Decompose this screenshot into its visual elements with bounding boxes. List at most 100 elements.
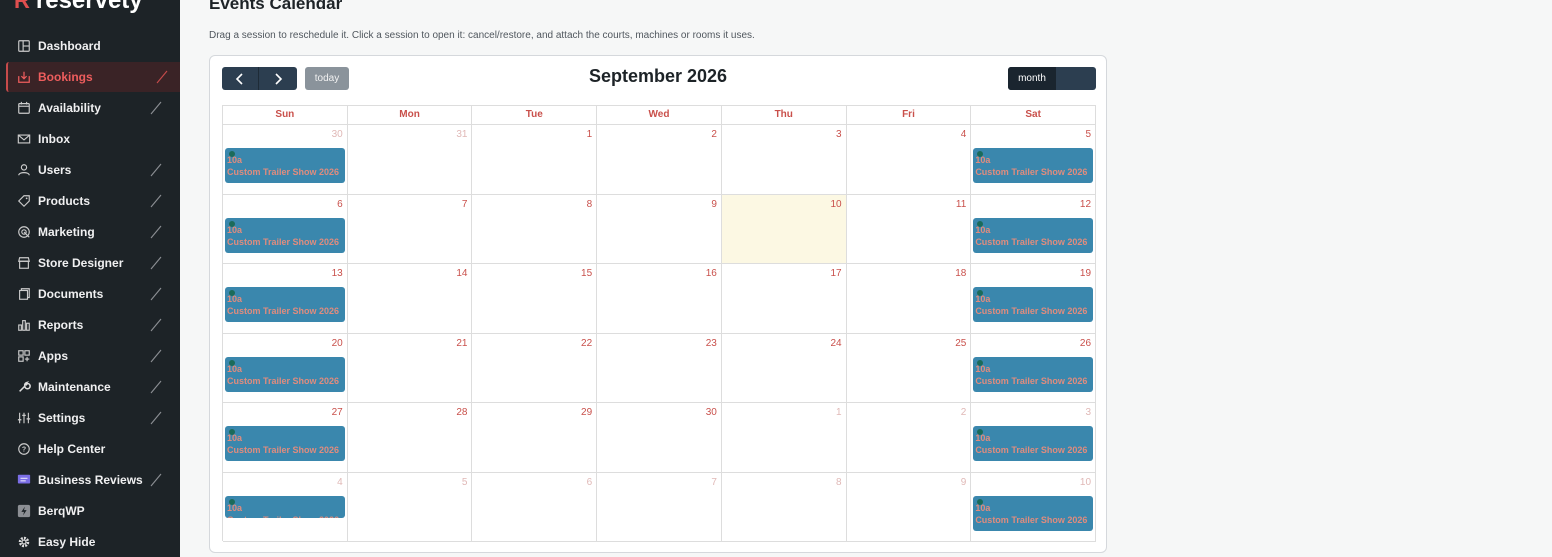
day-number[interactable]: 26 (1080, 338, 1091, 349)
day-number[interactable]: 10 (830, 199, 841, 210)
calendar-day-cell[interactable]: 31 (347, 125, 473, 195)
day-number[interactable]: 31 (456, 129, 467, 140)
calendar-day-cell[interactable]: 11 (846, 194, 972, 264)
day-number[interactable]: 1 (836, 407, 842, 418)
calendar-day-cell[interactable]: 8 (472, 194, 598, 264)
day-number[interactable]: 11 (956, 199, 966, 210)
day-number[interactable]: 24 (830, 338, 841, 349)
calendar-day-cell[interactable]: 28 (347, 403, 473, 473)
day-number[interactable]: 4 (337, 477, 343, 488)
day-number[interactable]: 20 (332, 338, 343, 349)
day-number[interactable]: 12 (1080, 199, 1091, 210)
day-number[interactable]: 3 (1085, 407, 1091, 418)
calendar-day-cell[interactable]: 4 (846, 125, 972, 195)
day-number[interactable]: 22 (581, 338, 592, 349)
calendar-day-cell[interactable]: 2 (846, 403, 972, 473)
calendar-day-cell[interactable]: 6 10a Custom Trailer Show 2026 (223, 194, 348, 264)
calendar-day-cell[interactable]: 27 10a Custom Trailer Show 2026 (223, 403, 348, 473)
calendar-event[interactable]: 10aCustom Trailer Show 2026 (973, 148, 1094, 183)
sidebar-item-business-reviews[interactable]: Business Reviews (0, 465, 180, 495)
day-number[interactable]: 9 (711, 199, 717, 210)
today-button[interactable]: today (305, 67, 349, 90)
calendar-day-cell[interactable]: 1 (721, 403, 847, 473)
calendar-day-cell[interactable]: 20 10a Custom Trailer Show 2026 (223, 333, 348, 403)
sidebar-item-availability[interactable]: Availability (0, 93, 180, 123)
calendar-day-cell[interactable]: 13 10a Custom Trailer Show 2026 (223, 264, 348, 334)
calendar-day-cell[interactable]: 18 (846, 264, 972, 334)
day-number[interactable]: 23 (706, 338, 717, 349)
calendar-event[interactable]: 10aCustom Trailer Show 2026 (225, 495, 345, 518)
day-number[interactable]: 29 (581, 407, 592, 418)
calendar-day-cell[interactable]: 3 (721, 125, 847, 195)
next-month-button[interactable] (259, 67, 296, 90)
calendar-event[interactable]: 10aCustom Trailer Show 2026 (225, 217, 345, 253)
calendar-event[interactable]: 10aCustom Trailer Show 2026 (973, 426, 1094, 461)
calendar-day-cell[interactable]: 15 (472, 264, 598, 334)
sidebar-item-help-center[interactable]: ? Help Center (0, 434, 180, 464)
calendar-day-cell[interactable]: 22 (472, 333, 598, 403)
calendar-day-cell[interactable]: 24 (721, 333, 847, 403)
week-view-button[interactable]: week (1056, 67, 1096, 90)
calendar-day-cell[interactable]: 26 10a Custom Trailer Show 2026 (971, 333, 1097, 403)
calendar-day-cell[interactable]: 5 (347, 472, 473, 542)
day-number[interactable]: 19 (1080, 268, 1091, 279)
sidebar-item-inbox[interactable]: Inbox (0, 124, 180, 154)
calendar-day-cell[interactable]: 6 (472, 472, 598, 542)
calendar-day-cell[interactable]: 12 10a Custom Trailer Show 2026 (971, 194, 1097, 264)
calendar-day-cell[interactable]: 7 (347, 194, 473, 264)
day-number[interactable]: 14 (456, 268, 467, 279)
calendar-day-cell[interactable]: 25 (846, 333, 972, 403)
sidebar-item-maintenance[interactable]: Maintenance (0, 372, 180, 402)
calendar-day-cell[interactable]: 10 10a Custom Trailer Show 2026 (971, 472, 1097, 542)
day-number[interactable]: 21 (456, 338, 467, 349)
day-number[interactable]: 7 (462, 199, 468, 210)
day-number[interactable]: 17 (830, 268, 841, 279)
sidebar-item-products[interactable]: Products (0, 186, 180, 216)
calendar-event[interactable]: 10aCustom Trailer Show 2026 (973, 217, 1094, 253)
calendar-day-cell[interactable]: 9 (597, 194, 722, 264)
calendar-event[interactable]: 10aCustom Trailer Show 2026 (225, 426, 345, 461)
calendar-event[interactable]: 10aCustom Trailer Show 2026 (973, 495, 1094, 531)
calendar-day-cell[interactable]: 29 (472, 403, 598, 473)
day-number[interactable]: 27 (332, 407, 343, 418)
day-number[interactable]: 15 (581, 268, 592, 279)
brand-logo[interactable]: R reservety (14, 0, 143, 16)
calendar-day-cell[interactable]: 19 10a Custom Trailer Show 2026 (971, 264, 1097, 334)
day-number[interactable]: 18 (955, 268, 966, 279)
sidebar-item-dashboard[interactable]: Dashboard (0, 31, 180, 61)
calendar-event[interactable]: 10aCustom Trailer Show 2026 (225, 287, 345, 322)
day-number[interactable]: 4 (961, 129, 967, 140)
calendar-day-cell[interactable]: 9 (846, 472, 972, 542)
calendar-day-cell[interactable]: 3 10a Custom Trailer Show 2026 (971, 403, 1097, 473)
calendar-event[interactable]: 10aCustom Trailer Show 2026 (225, 148, 345, 183)
day-number[interactable]: 25 (955, 338, 966, 349)
day-number[interactable]: 8 (836, 477, 842, 488)
day-number[interactable]: 30 (332, 129, 343, 140)
calendar-day-cell[interactable]: 1 (472, 125, 598, 195)
day-number[interactable]: 28 (456, 407, 467, 418)
calendar-day-cell[interactable]: 21 (347, 333, 473, 403)
calendar-event[interactable]: 10aCustom Trailer Show 2026 (225, 356, 345, 392)
calendar-day-cell[interactable]: 7 (597, 472, 722, 542)
sidebar-item-easy-hide[interactable]: Easy Hide (0, 527, 180, 557)
day-number[interactable]: 13 (332, 268, 343, 279)
calendar-day-cell[interactable]: 4 10aCustom Trailer Show 2026 (223, 472, 348, 542)
day-number[interactable]: 2 (961, 407, 967, 418)
calendar-day-cell[interactable]: 16 (597, 264, 722, 334)
sidebar-item-documents[interactable]: Documents (0, 279, 180, 309)
prev-month-button[interactable] (222, 67, 259, 90)
day-number[interactable]: 5 (462, 477, 468, 488)
calendar-day-cell[interactable]: 10 (721, 194, 847, 264)
calendar-day-cell[interactable]: 17 (721, 264, 847, 334)
calendar-day-cell[interactable]: 23 (597, 333, 722, 403)
calendar-day-cell[interactable]: 30 (597, 403, 722, 473)
calendar-day-cell[interactable]: 2 (597, 125, 722, 195)
day-number[interactable]: 16 (706, 268, 717, 279)
sidebar-item-store-designer[interactable]: Store Designer (0, 248, 180, 278)
day-number[interactable]: 3 (836, 129, 842, 140)
sidebar-item-berqwp[interactable]: BerqWP (0, 496, 180, 526)
sidebar-item-marketing[interactable]: Marketing (0, 217, 180, 247)
sidebar-item-reports[interactable]: Reports (0, 310, 180, 340)
day-number[interactable]: 8 (587, 199, 593, 210)
day-number[interactable]: 6 (337, 199, 343, 210)
